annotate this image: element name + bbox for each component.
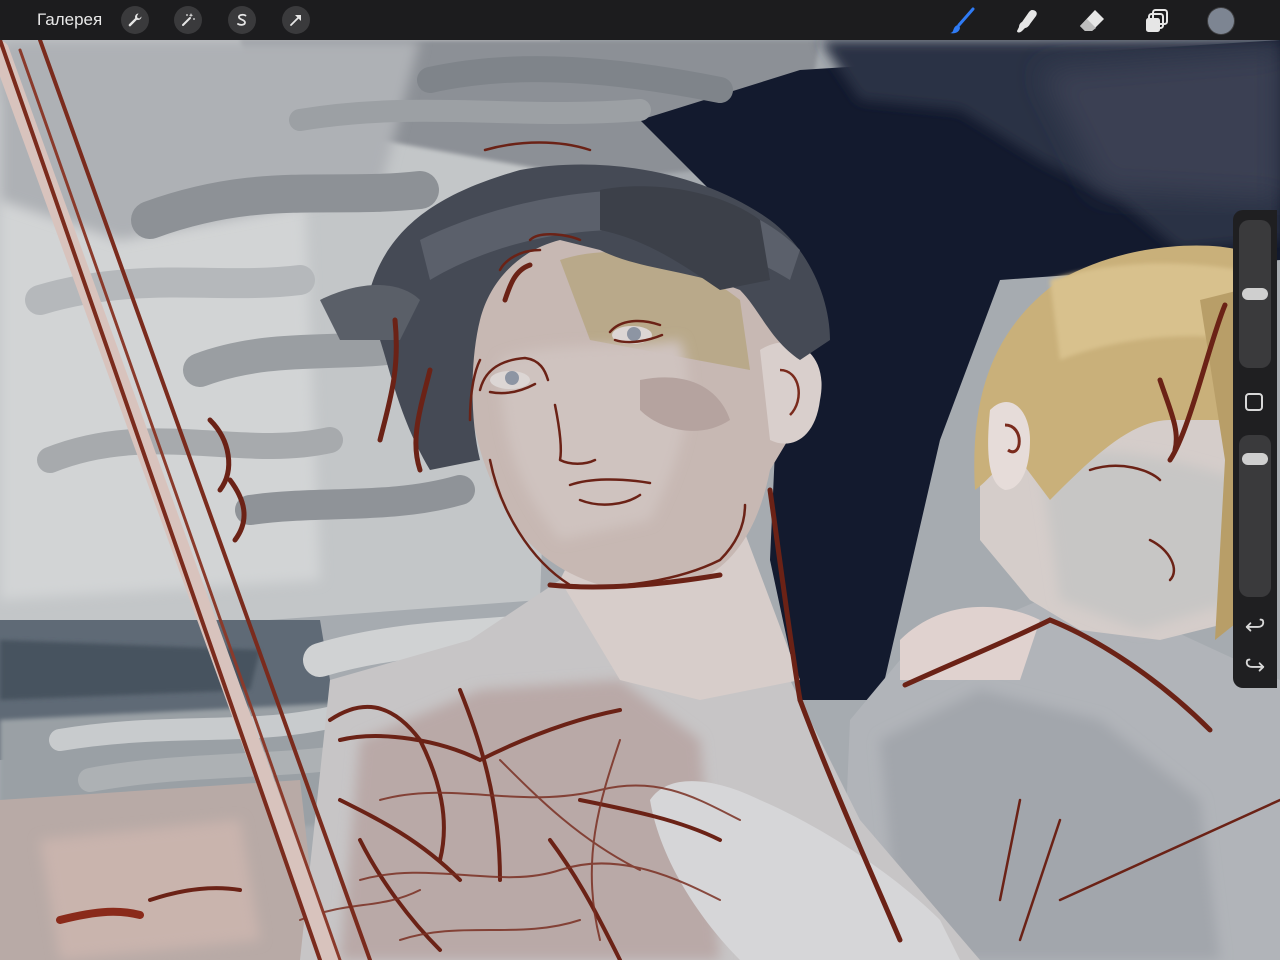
drawing-canvas[interactable] xyxy=(0,40,1280,960)
eraser-tool-button[interactable] xyxy=(1077,6,1107,36)
transform-button[interactable] xyxy=(282,6,310,34)
color-picker-button[interactable] xyxy=(1208,8,1234,34)
smudge-icon xyxy=(1017,10,1037,33)
opacity-slider-thumb[interactable] xyxy=(1242,453,1268,466)
smudge-tool-button[interactable] xyxy=(1012,6,1042,36)
brush-icon xyxy=(950,7,975,34)
undo-button[interactable] xyxy=(1243,614,1267,638)
redo-button[interactable] xyxy=(1243,654,1267,678)
redo-icon xyxy=(1245,658,1265,672)
magic-wand-icon xyxy=(182,13,195,26)
transform-arrow-icon xyxy=(290,15,301,26)
selection-button[interactable] xyxy=(228,6,256,34)
gallery-button[interactable]: Галерея xyxy=(37,10,102,30)
layers-button[interactable] xyxy=(1142,6,1172,36)
side-toolbar xyxy=(1233,210,1277,688)
adjustments-button[interactable] xyxy=(174,6,202,34)
opacity-slider[interactable] xyxy=(1239,435,1271,597)
eraser-icon xyxy=(1080,10,1104,31)
undo-icon xyxy=(1245,618,1265,632)
selection-s-icon xyxy=(237,13,247,26)
top-toolbar: Галерея xyxy=(0,0,1280,40)
brush-tool-button[interactable] xyxy=(947,6,977,36)
actions-button[interactable] xyxy=(121,6,149,34)
modify-square-button[interactable] xyxy=(1245,393,1263,411)
brush-size-slider-thumb[interactable] xyxy=(1242,288,1268,300)
layers-icon xyxy=(1146,9,1168,32)
brush-size-slider[interactable] xyxy=(1239,220,1271,368)
wrench-icon xyxy=(128,13,142,27)
